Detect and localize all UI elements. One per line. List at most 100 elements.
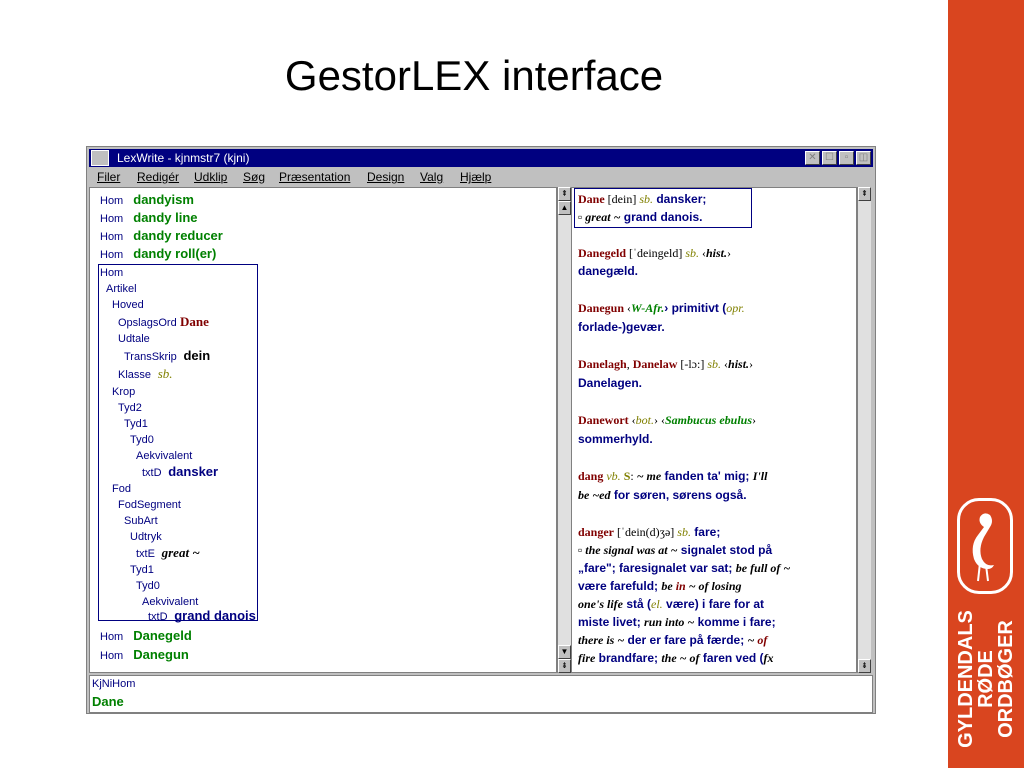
dictionary-scrollbar[interactable]: ⇞ ⇟ [857,187,871,673]
dict-line: Danewort ‹bot.› ‹Sambucus ebulus› [578,413,757,427]
entry-tag: Hom [100,195,124,207]
dict-line: fire brandfare; the ~ of faren ved (fx [578,651,774,665]
entry-word: dandy reducer [133,228,223,243]
tree-node[interactable]: Udtryk [130,529,162,543]
structure-scrollbar[interactable]: ⇞ ▲ ▼ ⇟ [557,187,571,673]
tree-node[interactable]: Tyd0 [136,578,160,592]
tree-node[interactable]: OpslagsOrd Dane [118,314,209,330]
entry-tag: Hom [100,631,124,643]
menu-udklip[interactable]: Udklip [194,170,227,184]
entry-row[interactable]: Hom dandy line [100,210,198,225]
menu-rediger[interactable]: Redigér [137,170,179,184]
scroll-down-icon[interactable]: ▼ [558,645,571,659]
brand-line-2: RØDE [975,650,997,708]
menu-sog[interactable]: Søg [243,170,265,184]
tree-node-tag: txtD [142,467,162,479]
entry-row[interactable]: Hom dandy reducer [100,228,223,243]
maximize-icon[interactable]: ◫ [856,151,871,165]
menu-filer[interactable]: Filer [97,170,120,184]
lexwrite-window: LexWrite - kjnmstr7 (kjni) ✕ ☐ ▫ ◫ Filer… [86,146,876,714]
dict-line: there is ~ der er fare på færde; ~ of [578,633,768,647]
menu-valg[interactable]: Valg [420,170,443,184]
dict-line: danger [ˈdein(d)ʒə] sb. fare; [578,525,721,539]
dict-line: be ~ed for søren, sørens også. [578,488,747,502]
entry-row[interactable]: Hom dandyism [100,192,194,207]
dict-line: sommerhyld. [578,432,653,446]
tree-node[interactable]: TransSkrip dein [124,348,210,363]
tree-node[interactable]: Tyd1 [130,562,154,576]
scroll-bottom-icon[interactable]: ⇟ [858,659,871,673]
dictionary-view-pane[interactable]: Dane [dein] sb. dansker; ▫ great ~ grand… [571,187,857,673]
tree-node-tag: Tyd0 [130,434,154,446]
tree-node[interactable]: Aekvivalent [142,594,198,608]
status-value: Dane [92,694,124,709]
menu-hjaelp[interactable]: Hjælp [460,170,491,184]
tree-node[interactable]: Udtale [118,331,150,345]
scroll-top-icon[interactable]: ⇞ [558,187,571,201]
dict-line: „fare"; faresignalet var sat; be full of… [578,561,791,575]
tree-node[interactable]: Tyd1 [124,416,148,430]
tree-node-tag: txtD [148,611,168,623]
scroll-top-icon[interactable]: ⇞ [858,187,871,201]
scroll-bottom-icon[interactable]: ⇟ [558,659,571,673]
tree-node-tag: Fod [112,483,131,495]
minimize-icon[interactable]: ▫ [839,151,854,165]
tree-node-value: dansker [168,464,219,479]
tree-node-tag: txtE [136,548,155,560]
close-icon[interactable]: ✕ [805,151,820,165]
tree-node-value: dein [183,348,211,363]
tree-node[interactable]: txtE great ~ [136,545,200,561]
tree-node-tag: Tyd2 [118,402,142,414]
entry-row[interactable]: Hom dandy roll(er) [100,246,216,261]
tree-node[interactable]: Tyd0 [130,432,154,446]
tree-node[interactable]: FodSegment [118,497,181,511]
entry-tag: Hom [100,231,124,243]
dict-line: danegæld. [578,264,639,278]
entry-word: dandy line [133,210,198,225]
tree-node-tag: Hoved [112,299,144,311]
tree-node[interactable]: txtD grand danois [148,608,256,623]
tree-node[interactable]: Klasse sb. [118,366,173,382]
entry-tag: Hom [100,650,124,662]
entry-tag: Hom [100,213,124,225]
resize-icon[interactable]: ☐ [822,151,837,165]
app-menu-icon[interactable] [91,150,109,166]
title-bar: LexWrite - kjnmstr7 (kjni) ✕ ☐ ▫ ◫ [89,149,873,167]
brand-line-3: ORDBØGER [995,620,1017,738]
dict-line: Danegeld [ˈdeingeld] sb. ‹hist.› [578,246,731,260]
tree-node[interactable]: txtD dansker [142,464,218,479]
dict-line: dang vb. S: ~ me fanden ta' mig; I'll [578,469,768,483]
entry-word: Danegeld [133,628,192,643]
heron-logo-icon [957,498,1013,594]
entry-word: dandyism [133,192,194,207]
entry-word: dandy roll(er) [133,246,217,261]
tree-node-value: Dane [180,314,209,329]
window-title: LexWrite - kjnmstr7 (kjni) [117,151,250,165]
menu-praesentation[interactable]: Præsentation [279,170,350,184]
tree-node[interactable]: Hom [100,265,123,279]
entry-row[interactable]: Hom Danegun [100,647,189,662]
tree-node-tag: Aekvivalent [142,596,199,608]
tree-node[interactable]: Krop [112,384,135,398]
tree-node[interactable]: Hoved [112,297,144,311]
status-field[interactable]: KjNiHom Dane [89,675,873,713]
tree-node-tag: Artikel [106,283,137,295]
tree-node-tag: Klasse [118,369,152,381]
dict-line: Dane [dein] sb. dansker; [578,192,707,206]
tree-node-tag: OpslagsOrd [118,317,177,329]
brand-line-1: GYLDENDALS [955,610,977,748]
structure-pane[interactable]: Hom dandyism Hom dandy line Hom dandy re… [89,187,557,673]
tree-node[interactable]: Aekvivalent [136,448,192,462]
tree-node[interactable]: SubArt [124,513,158,527]
tree-node-value: grand danois [174,608,256,623]
entry-word: Danegun [133,647,189,662]
tree-node[interactable]: Fod [112,481,131,495]
tree-node[interactable]: Artikel [106,281,137,295]
entry-row[interactable]: Hom Danegeld [100,628,192,643]
menu-design[interactable]: Design [367,170,404,184]
dict-line: Danelagen. [578,376,643,390]
tree-node[interactable]: Tyd2 [118,400,142,414]
scroll-up-icon[interactable]: ▲ [558,201,571,215]
dict-line: ▫ great ~ grand danois. [578,210,703,224]
tree-node-tag: Aekvivalent [136,450,193,462]
